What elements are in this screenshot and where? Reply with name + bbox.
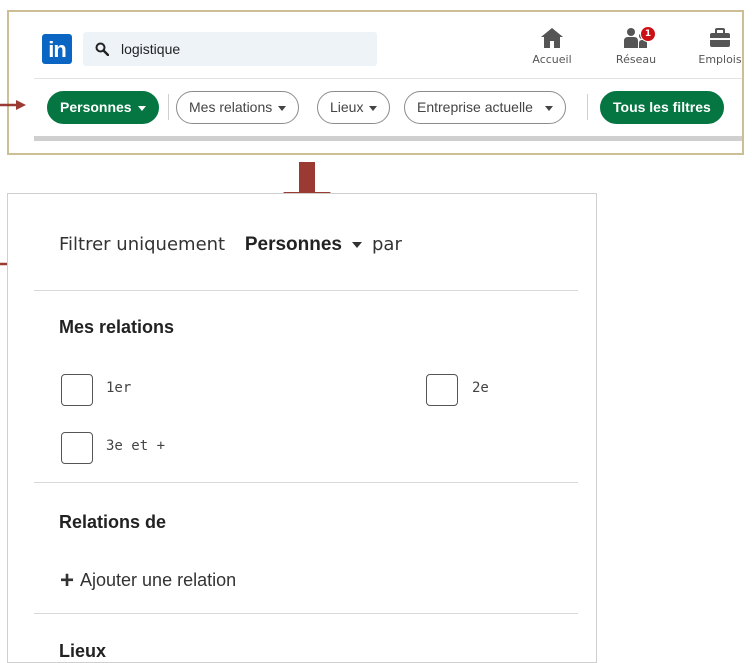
nav-network-label: Réseau <box>615 53 657 66</box>
linkedin-header-screenshot: in Accueil 1 Réseau <box>7 10 744 155</box>
lieux-filter-chip[interactable]: Lieux <box>317 91 391 124</box>
caret-down-icon <box>369 105 378 111</box>
briefcase-icon <box>685 27 752 49</box>
caret-down-icon[interactable] <box>352 242 362 248</box>
lieux-filter-label: Lieux <box>330 99 364 115</box>
checkbox-label-2e: 2e <box>472 380 489 396</box>
relations-filter-chip[interactable]: Mes relations <box>176 91 300 124</box>
section-title-relations: Mes relations <box>59 317 175 337</box>
nav-home[interactable]: Accueil <box>517 27 587 71</box>
company-filter-label: Entreprise actuelle <box>417 99 533 115</box>
filter-type-dropdown[interactable]: Personnes <box>245 234 342 255</box>
page-scroll-bar <box>34 136 742 141</box>
filter-type-row: Filtrer uniquement Personnes par <box>59 234 402 256</box>
section-divider <box>34 613 578 614</box>
search-icon <box>95 42 109 56</box>
add-relation-button[interactable]: + Ajouter une relation <box>60 567 236 595</box>
relations-filter-label: Mes relations <box>189 99 273 115</box>
chip-separator <box>587 94 588 120</box>
caret-down-icon <box>544 105 553 111</box>
nav-jobs[interactable]: Emplois <box>685 27 752 71</box>
section-divider <box>34 482 578 483</box>
arrow-right-icon <box>0 100 26 110</box>
search-box[interactable] <box>83 32 377 66</box>
filter-suffix: par <box>372 234 402 255</box>
type-filter-label: Personnes <box>60 99 132 115</box>
caret-down-icon <box>137 105 146 111</box>
chip-separator <box>168 94 169 120</box>
notification-badge: 1 <box>640 26 656 42</box>
plus-icon: + <box>60 567 75 594</box>
section-title-lieux: Lieux <box>59 641 107 661</box>
section-divider <box>34 290 578 291</box>
home-icon <box>517 27 587 49</box>
search-input[interactable] <box>121 39 361 59</box>
nav-network[interactable]: 1 Réseau <box>601 26 671 71</box>
add-relation-label: Ajouter une relation <box>80 570 237 590</box>
linkedin-logo[interactable]: in <box>42 34 72 64</box>
nav-jobs-label: Emplois <box>698 53 742 66</box>
type-filter-chip[interactable]: Personnes <box>47 91 159 124</box>
section-title-relations-de: Relations de <box>59 512 167 532</box>
all-filters-panel: Filtrer uniquement Personnes par Mes rela… <box>7 193 597 663</box>
checkbox-3e[interactable] <box>61 432 93 464</box>
caret-down-icon <box>278 105 287 111</box>
all-filters-button[interactable]: Tous les filtres <box>600 91 724 124</box>
filter-type-label: Personnes <box>244 234 342 255</box>
all-filters-label: Tous les filtres <box>613 99 711 115</box>
filter-prefix: Filtrer uniquement <box>59 234 226 255</box>
company-filter-chip[interactable]: Entreprise actuelle <box>404 91 566 124</box>
checkbox-1er[interactable] <box>61 374 93 406</box>
checkbox-2e[interactable] <box>426 374 458 406</box>
checkbox-label-1er: 1er <box>106 380 132 396</box>
network-icon: 1 <box>601 26 671 49</box>
nav-home-label: Accueil <box>532 53 572 66</box>
header-divider <box>34 78 742 79</box>
checkbox-label-3e: 3e et + <box>106 438 166 454</box>
